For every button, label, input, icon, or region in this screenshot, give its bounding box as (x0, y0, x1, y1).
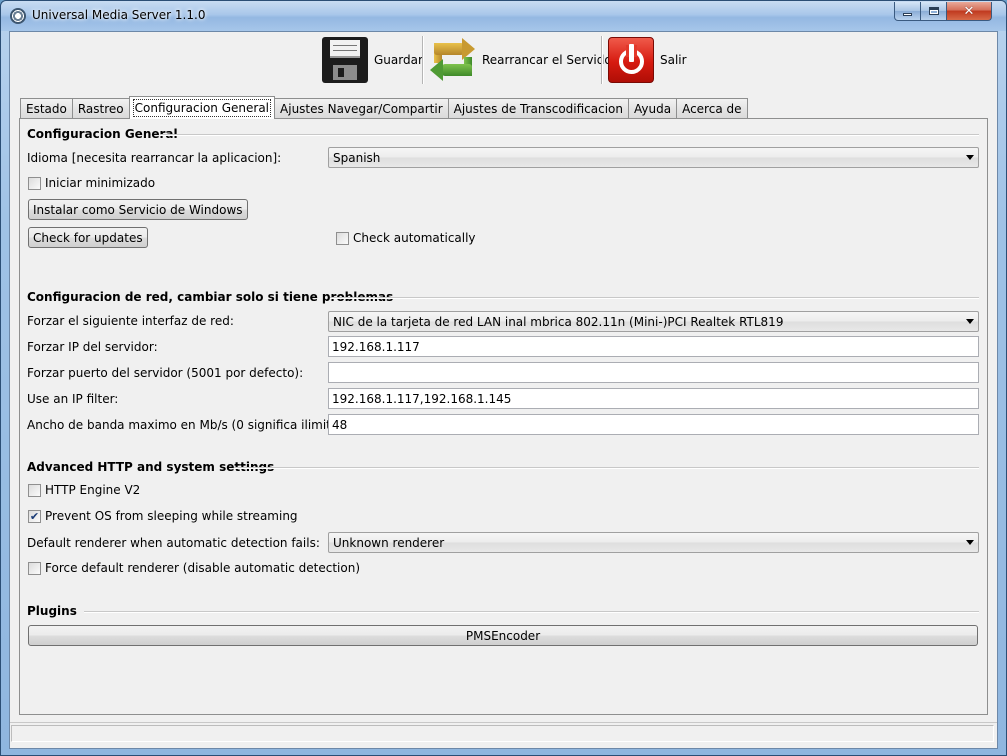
status-bar (10, 722, 997, 742)
port-label: Forzar puerto del servidor (5001 por def… (27, 366, 304, 380)
maximize-icon (928, 7, 939, 15)
minimize-icon (903, 12, 912, 16)
section-divider (84, 611, 979, 612)
install-service-button[interactable]: Instalar como Servicio de Windows (28, 199, 248, 220)
restart-label: Rearrancar el Servidor (482, 53, 617, 67)
settings-panel: Configuracion General Idioma [necesita r… (19, 118, 988, 715)
checkbox-box[interactable] (336, 231, 349, 245)
app-window: Universal Media Server 1.1.0 ✕ Guardar R… (0, 0, 1007, 756)
plugin-pmsencoder-button[interactable]: PMSEncoder (28, 625, 978, 646)
exit-button[interactable]: Salir (608, 34, 687, 86)
interface-value: NIC de la tarjeta de red LAN inal mbrica… (333, 314, 784, 329)
interface-dropdown[interactable]: NIC de la tarjeta de red LAN inal mbrica… (328, 311, 979, 332)
floppy-disk-icon (322, 37, 368, 83)
tab-rastreo[interactable]: Rastreo (71, 98, 130, 119)
tab-ajustes-navegar[interactable]: Ajustes Navegar/Compartir (274, 98, 449, 119)
window-title: Universal Media Server 1.1.0 (32, 8, 206, 22)
http-engine-checkbox[interactable]: HTTP Engine V2 (28, 483, 140, 497)
toolbar-separator (601, 36, 602, 84)
prevent-sleep-checkbox[interactable]: ✔ Prevent OS from sleeping while streami… (28, 509, 298, 523)
save-button[interactable]: Guardar (322, 34, 423, 86)
force-renderer-checkbox[interactable]: Force default renderer (disable automati… (28, 561, 360, 575)
checkbox-box[interactable] (28, 561, 41, 575)
language-value: Spanish (333, 150, 381, 165)
exit-label: Salir (660, 53, 687, 67)
default-renderer-value: Unknown renderer (333, 535, 445, 550)
close-icon: ✕ (963, 3, 975, 19)
ip-input[interactable]: 192.168.1.117 (328, 336, 979, 357)
maximize-button[interactable] (920, 2, 947, 21)
close-button[interactable]: ✕ (946, 2, 992, 21)
interface-label: Forzar el siguiente interfaz de red: (27, 314, 234, 328)
check-updates-button[interactable]: Check for updates (28, 227, 148, 248)
ip-filter-label: Use an IP filter: (27, 392, 119, 406)
checkbox-box[interactable] (28, 176, 41, 190)
save-label: Guardar (374, 53, 423, 67)
default-renderer-label: Default renderer when automatic detectio… (27, 536, 320, 550)
section-title-plugins: Plugins (27, 604, 77, 618)
tab-transcodificacion[interactable]: Ajustes de Transcodificacion (447, 98, 629, 119)
section-divider (330, 297, 979, 298)
tab-estado[interactable]: Estado (20, 98, 73, 119)
client-area: Guardar Rearrancar el Servidor Salir Est… (9, 31, 998, 749)
toolbar-separator (422, 36, 423, 84)
tab-configuracion-general[interactable]: Configuracion General (128, 96, 276, 119)
tab-bar: Estado Rastreo Configuracion General Aju… (20, 96, 748, 119)
recycle-arrows-icon (430, 37, 476, 83)
ip-filter-input[interactable]: 192.168.1.117,192.168.1.145 (328, 388, 979, 409)
language-dropdown[interactable]: Spanish (328, 147, 979, 168)
restart-server-button[interactable]: Rearrancar el Servidor (430, 34, 617, 86)
bandwidth-input[interactable]: 48 (328, 414, 979, 435)
section-title-general: Configuracion General (27, 127, 178, 141)
power-icon (608, 37, 654, 83)
tab-ayuda[interactable]: Ayuda (628, 98, 678, 119)
bandwidth-label: Ancho de banda maximo en Mb/s (0 signifi… (27, 418, 362, 432)
app-logo-icon[interactable] (10, 8, 26, 24)
language-label: Idioma [necesita rearrancar la aplicacio… (27, 151, 282, 165)
default-renderer-dropdown[interactable]: Unknown renderer (328, 532, 979, 553)
chevron-down-icon (966, 319, 974, 324)
tab-acerca-de[interactable]: Acerca de (676, 98, 748, 119)
minimize-button[interactable] (894, 2, 921, 21)
port-input[interactable] (328, 362, 979, 383)
chevron-down-icon (966, 155, 974, 160)
title-bar[interactable]: Universal Media Server 1.1.0 ✕ (1, 1, 1006, 31)
ip-label: Forzar IP del servidor: (27, 340, 158, 354)
checkbox-box[interactable] (28, 483, 41, 497)
chevron-down-icon (966, 540, 974, 545)
check-icon[interactable]: ✔ (28, 509, 41, 523)
section-divider (160, 134, 979, 135)
start-minimized-checkbox[interactable]: Iniciar minimizado (28, 176, 155, 190)
section-divider (234, 467, 979, 468)
check-automatically-checkbox[interactable]: Check automatically (336, 231, 476, 245)
